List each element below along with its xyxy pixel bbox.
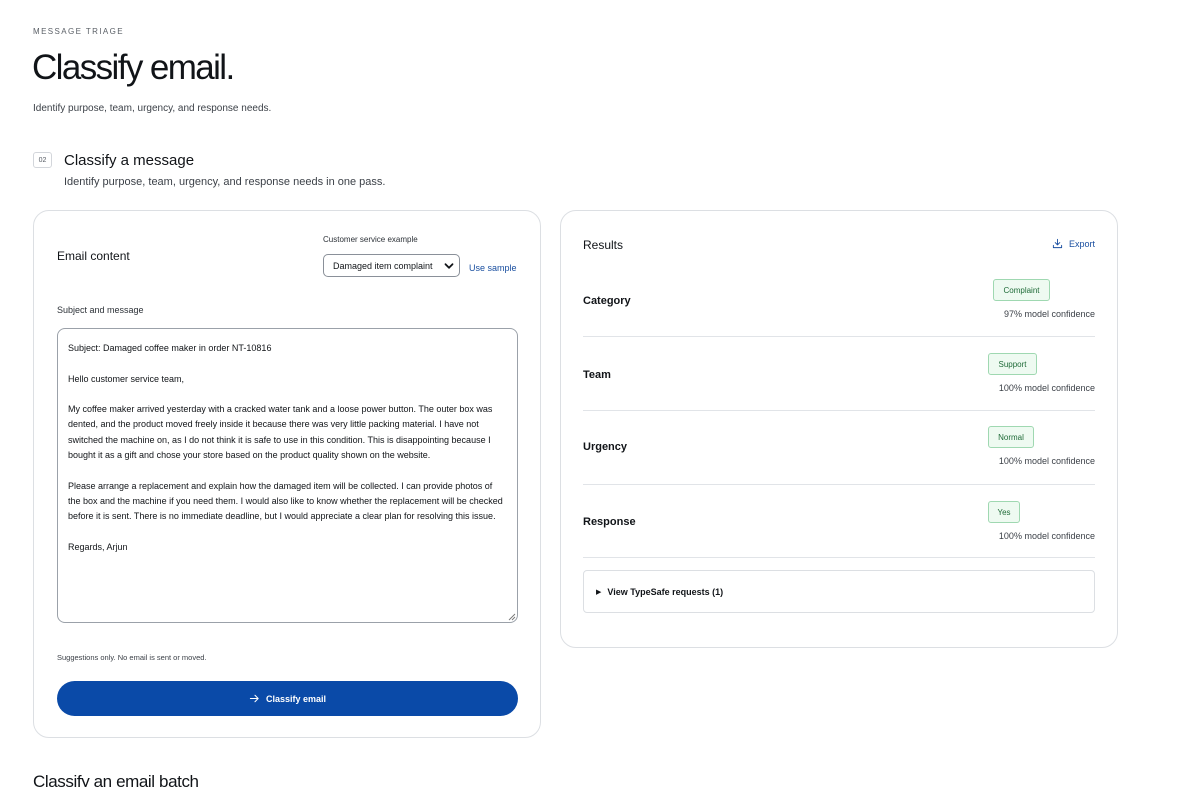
result-label: Response [583, 516, 636, 528]
page-subtitle: Identify purpose, team, urgency, and res… [33, 103, 272, 114]
arrow-right-icon [249, 694, 259, 703]
section-subtitle: Identify purpose, team, urgency, and res… [64, 176, 386, 188]
example-select[interactable]: Damaged item complaint [323, 254, 460, 277]
result-label: Urgency [583, 441, 628, 453]
example-label: Customer service example [323, 235, 418, 244]
classify-email-label: Classify email [265, 693, 327, 704]
email-content-heading: Email content [57, 249, 130, 263]
message-paragraph-2: Please arrange a replacement and explain… [68, 480, 503, 522]
typesafe-requests-details[interactable]: ▶ View TypeSafe requests (1) [583, 570, 1095, 613]
section-title: Classify a message [64, 152, 195, 169]
resize-handle-icon[interactable] [507, 612, 516, 621]
download-icon [1052, 238, 1063, 249]
result-label: Team [583, 369, 611, 381]
confidence-text: 100% model confidence [998, 383, 1095, 393]
confidence-text: 100% model confidence [998, 456, 1095, 466]
category-badge: Complaint [993, 279, 1050, 301]
export-button[interactable]: Export [1052, 238, 1095, 249]
classify-email-button[interactable]: Classify email [57, 681, 518, 716]
email-card: Email content Customer service example D… [33, 210, 541, 738]
confidence-text: 100% model confidence [998, 531, 1095, 541]
urgency-badge: Normal [988, 426, 1034, 448]
use-sample-link[interactable]: Use sample [469, 263, 517, 273]
result-row-category: Category Complaint 97% model confidence [583, 263, 1095, 337]
message-greeting: Hello customer service team, [68, 373, 185, 384]
typesafe-requests-label: View TypeSafe requests (1) [607, 586, 724, 597]
message-paragraph-1: My coffee maker arrived yesterday with a… [68, 404, 493, 461]
disclosure-triangle-icon: ▶ [596, 588, 602, 596]
page-title: Classify email. [32, 48, 235, 87]
result-row-urgency: Urgency Normal 100% model confidence [583, 411, 1095, 485]
step-badge: 02 [33, 152, 52, 168]
result-row-team: Team Support 100% model confidence [583, 337, 1095, 411]
example-select-value: Damaged item complaint [333, 260, 433, 271]
results-heading: Results [583, 238, 624, 252]
result-row-response: Response Yes 100% model confidence [583, 484, 1095, 558]
export-label: Export [1068, 238, 1095, 249]
message-textarea[interactable]: Subject: Damaged coffee maker in order N… [57, 328, 518, 623]
result-label: Category [583, 295, 631, 307]
confidence-text: 97% model confidence [1003, 309, 1095, 319]
message-field-label: Subject and message [57, 305, 144, 315]
chevron-down-icon [444, 263, 454, 269]
page-eyebrow: MESSAGE TRIAGE [33, 27, 125, 36]
response-badge: Yes [988, 501, 1020, 523]
team-badge: Support [988, 353, 1037, 375]
message-signoff: Regards, Arjun [68, 541, 128, 552]
message-subject: Subject: Damaged coffee maker in order N… [68, 343, 272, 353]
results-card: Results Export Category Complaint 97% mo… [560, 210, 1118, 648]
disclaimer-note: Suggestions only. No email is sent or mo… [57, 653, 207, 662]
batch-section-title: Classify an email batch [33, 772, 199, 787]
